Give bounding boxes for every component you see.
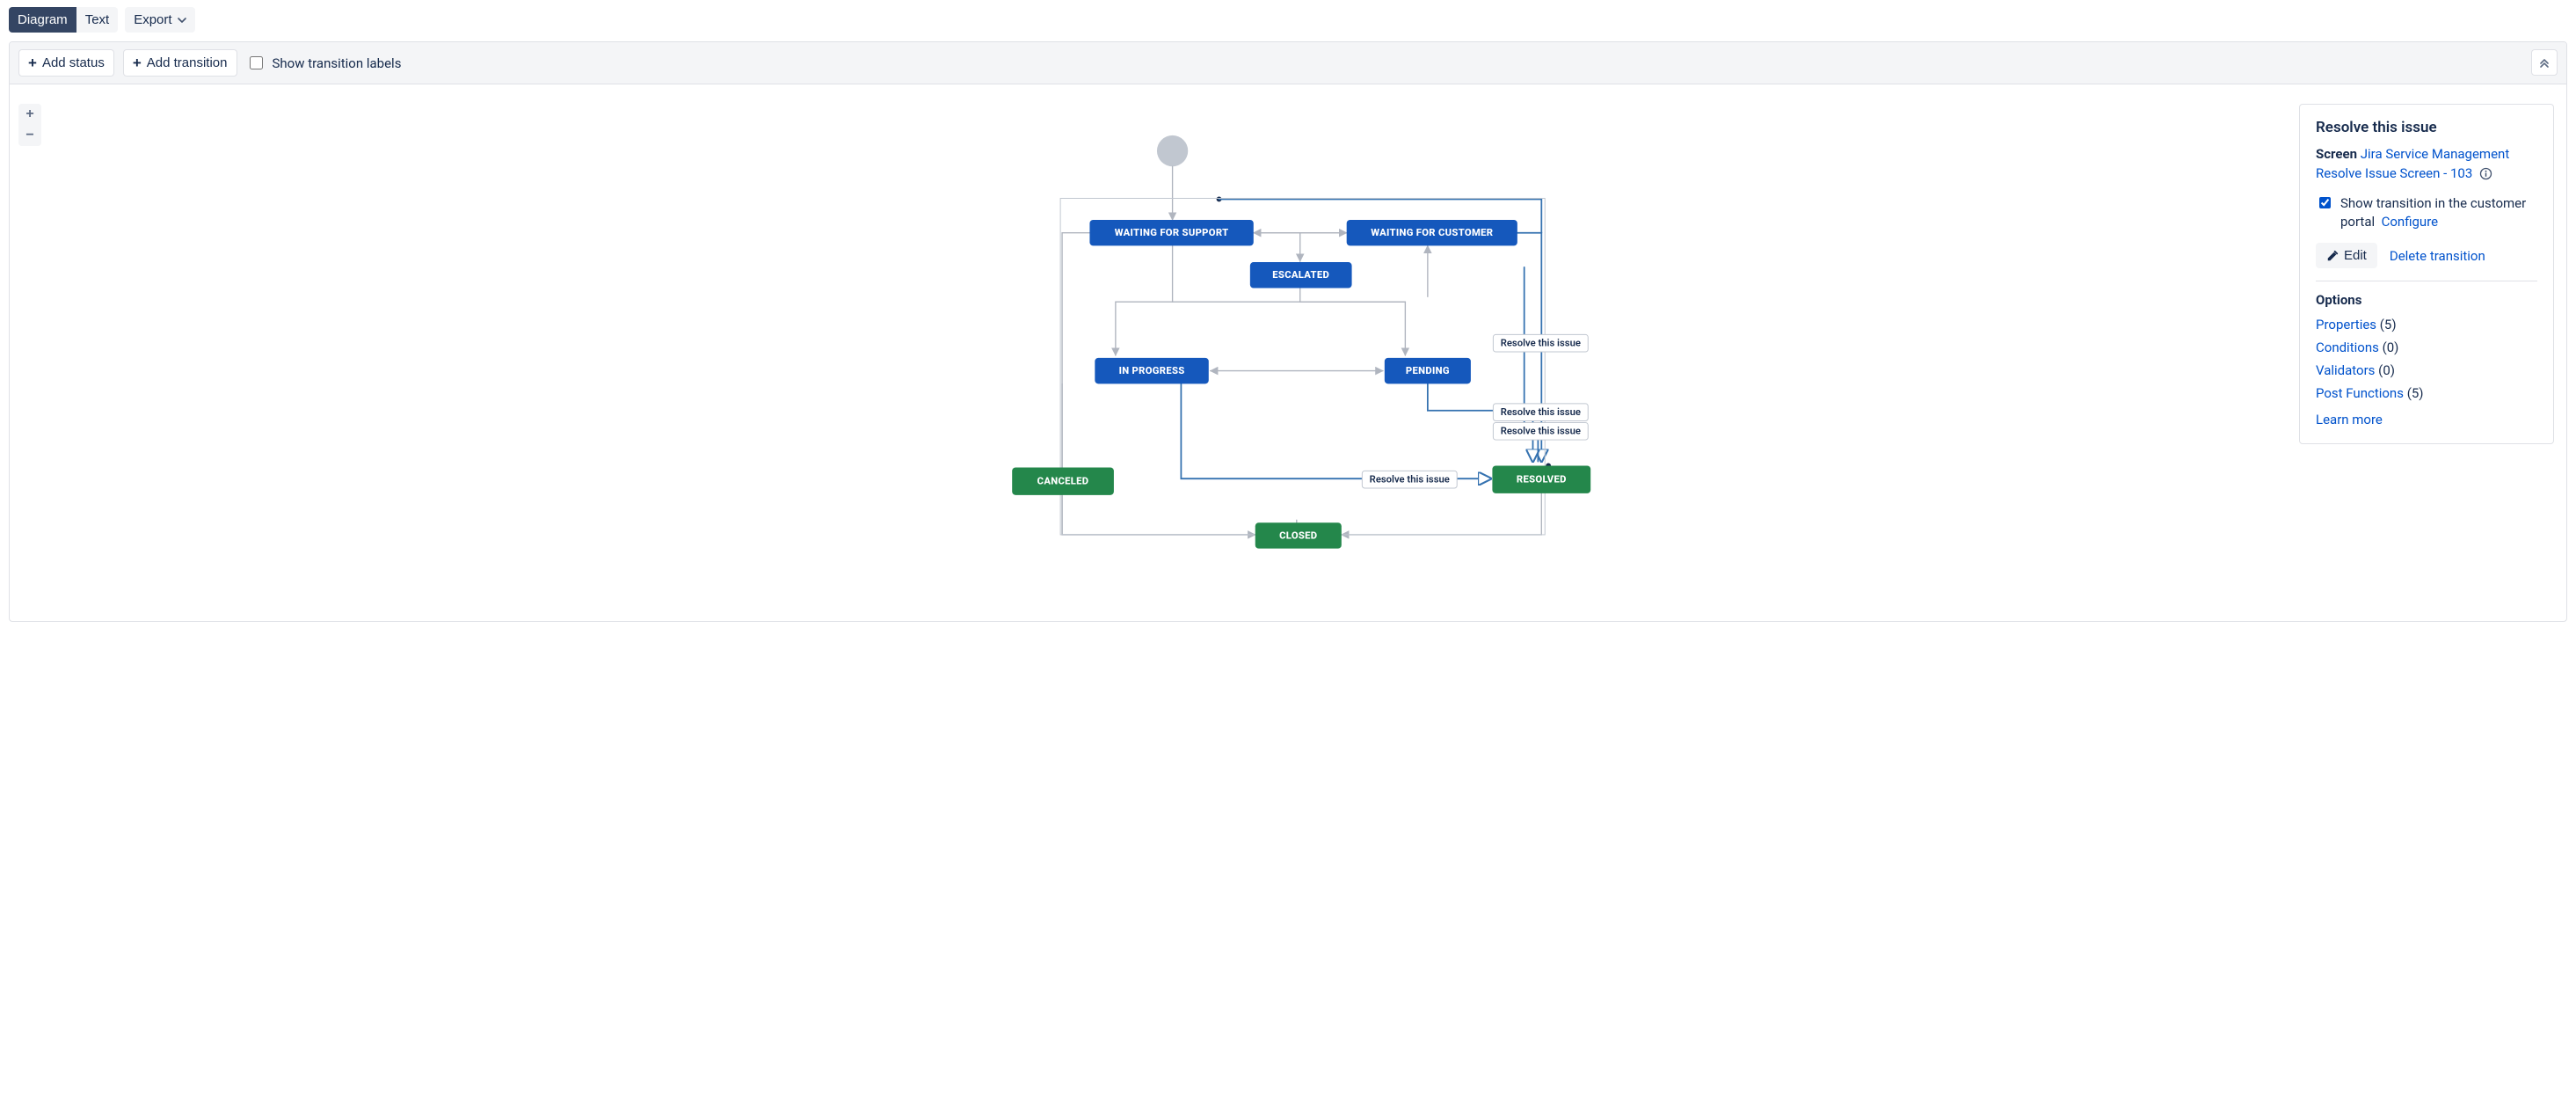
edge-in-progress-to-resolved[interactable] (1181, 383, 1490, 478)
start-node[interactable] (1157, 135, 1188, 166)
add-status-button[interactable]: + Add status (18, 49, 114, 77)
plus-icon: + (133, 55, 142, 70)
option-conditions: Conditions (0) (2316, 340, 2537, 355)
show-transition-labels-checkbox[interactable] (250, 56, 263, 69)
svg-text:RESOLVED: RESOLVED (1517, 474, 1567, 486)
svg-text:WAITING FOR CUSTOMER: WAITING FOR CUSTOMER (1371, 227, 1494, 238)
status-escalated[interactable]: ESCALATED (1250, 262, 1352, 288)
transition-label-resolve-1[interactable]: Resolve this issue (1493, 334, 1588, 352)
svg-text:ESCALATED: ESCALATED (1272, 269, 1329, 281)
svg-text:Resolve this issue: Resolve this issue (1501, 426, 1581, 437)
plus-icon: + (28, 55, 37, 70)
workflow-diagram[interactable]: WAITING FOR SUPPORT WAITING FOR CUSTOMER… (10, 86, 2566, 621)
add-transition-button[interactable]: + Add transition (123, 49, 237, 77)
status-in-progress[interactable]: IN PROGRESS (1095, 358, 1208, 383)
svg-text:Resolve this issue: Resolve this issue (1370, 474, 1450, 486)
status-pending[interactable]: PENDING (1385, 358, 1471, 383)
view-mode-text[interactable]: Text (76, 7, 119, 33)
canvas-toolbar: + Add status + Add transition Show trans… (10, 42, 2566, 84)
status-waiting-for-customer[interactable]: WAITING FOR CUSTOMER (1347, 220, 1517, 245)
screen-label: Screen (2316, 146, 2357, 162)
add-status-label: Add status (42, 55, 105, 70)
transition-label-resolve-4[interactable]: Resolve this issue (1362, 471, 1457, 488)
chevron-double-up-icon (2538, 56, 2551, 69)
info-icon[interactable] (2479, 167, 2492, 180)
svg-text:CLOSED: CLOSED (1279, 529, 1317, 541)
collapse-panel-button[interactable] (2531, 49, 2558, 76)
configure-link[interactable]: Configure (2382, 214, 2439, 230)
show-transition-labels-toggle[interactable]: Show transition labels (246, 54, 402, 72)
option-properties-count: (5) (2380, 317, 2397, 332)
option-post-functions-link[interactable]: Post Functions (2316, 385, 2404, 401)
svg-text:PENDING: PENDING (1406, 365, 1450, 376)
pencil-icon (2326, 250, 2339, 262)
svg-text:CANCELED: CANCELED (1037, 476, 1089, 487)
chevron-down-icon (178, 18, 186, 23)
options-heading: Options (2316, 292, 2537, 308)
edit-button-label: Edit (2344, 248, 2367, 263)
svg-text:Resolve this issue: Resolve this issue (1501, 338, 1581, 349)
edge-left-frame-to-closed-helper (1062, 383, 1297, 535)
show-in-portal-checkbox[interactable] (2319, 196, 2331, 209)
svg-text:Resolve this issue: Resolve this issue (1501, 406, 1581, 418)
edge-resolved-to-closed[interactable] (1342, 493, 1542, 535)
status-waiting-for-support[interactable]: WAITING FOR SUPPORT (1089, 220, 1253, 245)
show-in-portal-text: Show transition in the customer portal C… (2340, 194, 2537, 233)
view-mode-diagram[interactable]: Diagram (9, 7, 76, 33)
option-validators: Validators (0) (2316, 362, 2537, 378)
delete-transition-link[interactable]: Delete transition (2390, 248, 2485, 264)
option-post-functions: Post Functions (5) (2316, 385, 2537, 401)
transition-label-resolve-3[interactable]: Resolve this issue (1493, 422, 1588, 440)
export-button[interactable]: Export (125, 7, 194, 33)
status-resolved[interactable]: RESOLVED (1492, 465, 1590, 493)
option-properties-link[interactable]: Properties (2316, 317, 2376, 332)
edge-canceled-to-closed-left[interactable] (1062, 496, 1255, 535)
option-post-functions-count: (5) (2407, 385, 2424, 401)
learn-more-link[interactable]: Learn more (2316, 412, 2383, 427)
add-transition-label: Add transition (147, 55, 228, 70)
show-transition-labels-text: Show transition labels (273, 55, 402, 71)
option-conditions-link[interactable]: Conditions (2316, 340, 2379, 355)
edit-transition-button[interactable]: Edit (2316, 243, 2377, 268)
transition-screen-line: Screen Jira Service Management Resolve I… (2316, 145, 2537, 184)
option-properties: Properties (5) (2316, 317, 2537, 332)
transition-detail-panel: Resolve this issue Screen Jira Service M… (2299, 104, 2554, 444)
transition-title: Resolve this issue (2316, 119, 2537, 136)
status-canceled[interactable]: CANCELED (1012, 467, 1114, 494)
view-mode-toggle: Diagram Text (9, 7, 118, 33)
status-closed[interactable]: CLOSED (1255, 522, 1342, 548)
export-button-label: Export (134, 12, 171, 27)
workflow-canvas: + Add status + Add transition Show trans… (9, 41, 2567, 622)
edge-escalated-to-pending-branch[interactable] (1300, 288, 1406, 354)
edge-waiting-support-to-in-progress-branch[interactable] (1116, 245, 1173, 355)
option-validators-count: (0) (2378, 362, 2395, 378)
show-in-portal-toggle[interactable]: Show transition in the customer portal C… (2316, 194, 2537, 233)
edge-waiting-support-to-canceled[interactable] (1062, 233, 1089, 478)
option-conditions-count: (0) (2383, 340, 2399, 355)
transition-label-resolve-2[interactable]: Resolve this issue (1493, 404, 1588, 421)
option-validators-link[interactable]: Validators (2316, 362, 2375, 378)
svg-text:IN PROGRESS: IN PROGRESS (1119, 365, 1185, 376)
svg-text:WAITING FOR SUPPORT: WAITING FOR SUPPORT (1115, 227, 1229, 238)
